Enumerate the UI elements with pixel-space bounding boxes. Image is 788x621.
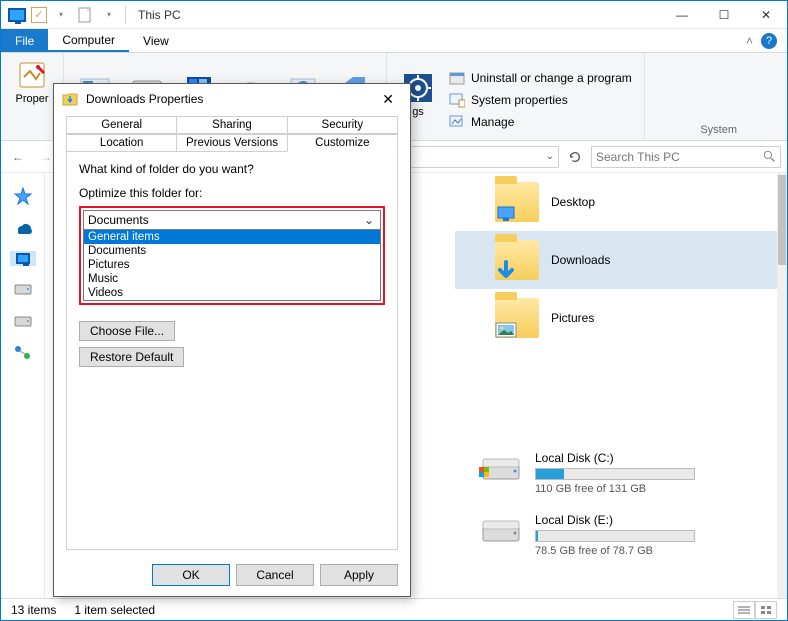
nav-sidebar (1, 173, 45, 598)
chevron-down-icon: ⌄ (362, 213, 376, 227)
thispc-icon (7, 5, 27, 25)
search-placeholder: Search This PC (596, 150, 680, 164)
dialog-panel-customize: What kind of folder do you want? Optimiz… (66, 151, 398, 550)
tab-file[interactable]: File (1, 29, 48, 52)
qat-dropdown2-icon[interactable]: ▾ (99, 5, 119, 25)
drive-caption: 78.5 GB free of 78.7 GB (535, 545, 695, 557)
optimize-label: Optimize this folder for: (79, 186, 385, 200)
folder-item-pictures[interactable]: Pictures (455, 289, 777, 347)
dropdown-option[interactable]: Documents (84, 244, 380, 258)
sidebar-onedrive-icon[interactable] (13, 219, 33, 237)
drive-label: Local Disk (C:) (535, 451, 695, 465)
ok-button[interactable]: OK (152, 564, 230, 586)
downloads-folder-icon (62, 91, 78, 107)
cancel-button[interactable]: Cancel (236, 564, 314, 586)
dropdown-option[interactable]: Pictures (84, 258, 380, 272)
qat-doc-icon[interactable] (75, 5, 95, 25)
drive-caption: 110 GB free of 131 GB (535, 483, 695, 495)
drive-icon (479, 451, 523, 485)
tab-general[interactable]: General (66, 116, 177, 134)
dialog-tabs: General Sharing Security Location Previo… (54, 114, 410, 152)
choose-file-button[interactable]: Choose File... (79, 321, 175, 341)
quick-access-toolbar: ✓ ▾ ▾ (1, 5, 134, 25)
manage-label: Manage (471, 115, 514, 129)
tab-security[interactable]: Security (287, 116, 398, 134)
folder-label: Pictures (551, 311, 594, 325)
help-icon[interactable]: ? (761, 33, 777, 49)
folder-label: Downloads (551, 253, 610, 267)
status-selected-count: 1 item selected (74, 603, 155, 617)
dialog-close-button[interactable]: ✕ (374, 87, 402, 112)
optimize-dropdown-list: General items Documents Pictures Music V… (83, 230, 381, 301)
dropdown-option[interactable]: General items (84, 230, 380, 244)
scrollbar-thumb[interactable] (778, 175, 786, 265)
qat-dropdown-icon[interactable]: ▾ (51, 5, 71, 25)
optimize-dropdown[interactable]: Documents ⌄ (83, 210, 381, 230)
system-group-label: System (700, 124, 737, 138)
sidebar-drive2-icon[interactable] (13, 312, 33, 330)
ribbon-group-system: gs Uninstall or change a program System … (387, 53, 645, 140)
window-title: This PC (134, 8, 661, 22)
minimize-button[interactable]: — (661, 2, 703, 28)
status-item-count: 13 items (11, 603, 56, 617)
drive-icon (479, 513, 523, 547)
sidebar-network-icon[interactable] (13, 344, 33, 362)
ribbon-collapse-icon[interactable]: ˄ (746, 34, 753, 48)
uninstall-label: Uninstall or change a program (471, 71, 632, 85)
folder-icon (495, 298, 539, 338)
uninstall-program-button[interactable]: Uninstall or change a program (449, 68, 632, 88)
folder-label: Desktop (551, 195, 595, 209)
address-dropdown-icon[interactable]: ⌄ (546, 151, 554, 162)
properties-label: Proper (15, 93, 48, 105)
tab-customize[interactable]: Customize (287, 134, 398, 152)
manage-button[interactable]: Manage (449, 112, 632, 132)
sidebar-quickaccess-icon[interactable] (13, 187, 33, 205)
drive-item-e[interactable]: Local Disk (E:) 78.5 GB free of 78.7 GB (455, 509, 777, 571)
optimize-combo-highlight: Documents ⌄ General items Documents Pict… (79, 206, 385, 305)
search-input[interactable]: Search This PC (591, 146, 781, 168)
sidebar-thispc-icon[interactable] (10, 251, 36, 266)
properties-dialog: Downloads Properties ✕ General Sharing S… (53, 83, 411, 597)
restore-default-button[interactable]: Restore Default (79, 347, 184, 367)
maximize-button[interactable]: ☐ (703, 2, 745, 28)
tab-computer[interactable]: Computer (48, 29, 129, 52)
folder-icon (495, 240, 539, 280)
tab-sharing[interactable]: Sharing (176, 116, 287, 134)
titlebar: ✓ ▾ ▾ This PC — ☐ ✕ (1, 1, 787, 29)
tab-location[interactable]: Location (66, 134, 177, 152)
drive-label: Local Disk (E:) (535, 513, 695, 527)
drive-item-c[interactable]: Local Disk (C:) 110 GB free of 131 GB (455, 447, 777, 509)
folder-icon (495, 182, 539, 222)
dropdown-option[interactable]: Videos (84, 286, 380, 300)
qat-separator (125, 6, 126, 24)
view-icons-button[interactable] (755, 601, 777, 619)
dialog-title: Downloads Properties (86, 92, 203, 106)
properties-button[interactable]: Proper (7, 55, 57, 115)
dialog-titlebar[interactable]: Downloads Properties ✕ (54, 84, 410, 114)
optimize-dropdown-value: Documents (88, 213, 149, 227)
qat-check-icon[interactable]: ✓ (31, 7, 47, 23)
sidebar-drive-icon[interactable] (13, 280, 33, 298)
search-icon (763, 150, 776, 163)
status-bar: 13 items 1 item selected (1, 598, 787, 620)
dropdown-option[interactable]: Music (84, 272, 380, 286)
folder-item-desktop[interactable]: Desktop (455, 173, 777, 231)
drive-capacity-bar (535, 468, 695, 480)
tab-previous-versions[interactable]: Previous Versions (176, 134, 287, 152)
vertical-scrollbar[interactable] (777, 173, 787, 598)
tab-view[interactable]: View (129, 29, 183, 52)
folder-item-downloads[interactable]: Downloads (455, 231, 777, 289)
ribbon-tabs: File Computer View ˄ ? (1, 29, 787, 53)
dialog-button-row: OK Cancel Apply (54, 558, 410, 596)
system-properties-button[interactable]: System properties (449, 90, 632, 110)
nav-back-button[interactable]: ← (7, 146, 29, 168)
refresh-button[interactable] (565, 147, 585, 167)
close-button[interactable]: ✕ (745, 2, 787, 28)
customize-heading: What kind of folder do you want? (79, 162, 385, 176)
view-details-button[interactable] (733, 601, 755, 619)
drive-capacity-bar (535, 530, 695, 542)
apply-button[interactable]: Apply (320, 564, 398, 586)
sysprops-label: System properties (471, 93, 568, 107)
